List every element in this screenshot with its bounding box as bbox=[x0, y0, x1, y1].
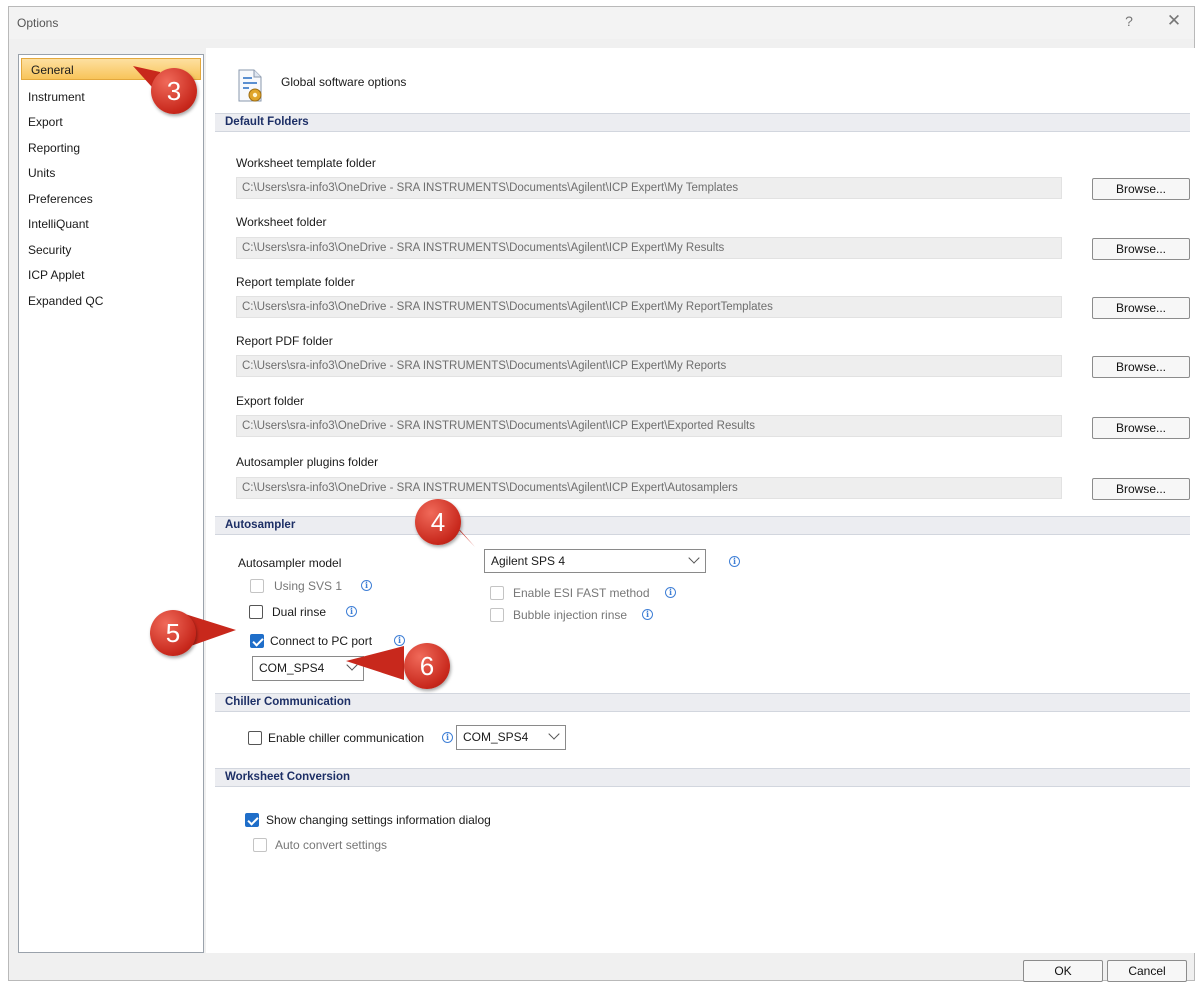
callout-6-badge: 6 bbox=[404, 643, 450, 689]
callout-3-badge: 3 bbox=[151, 68, 197, 114]
callout-5-badge: 5 bbox=[150, 610, 196, 656]
callout-arrows bbox=[133, 66, 475, 680]
callout-6-pointer bbox=[346, 646, 404, 680]
callout-4-badge: 4 bbox=[415, 499, 461, 545]
